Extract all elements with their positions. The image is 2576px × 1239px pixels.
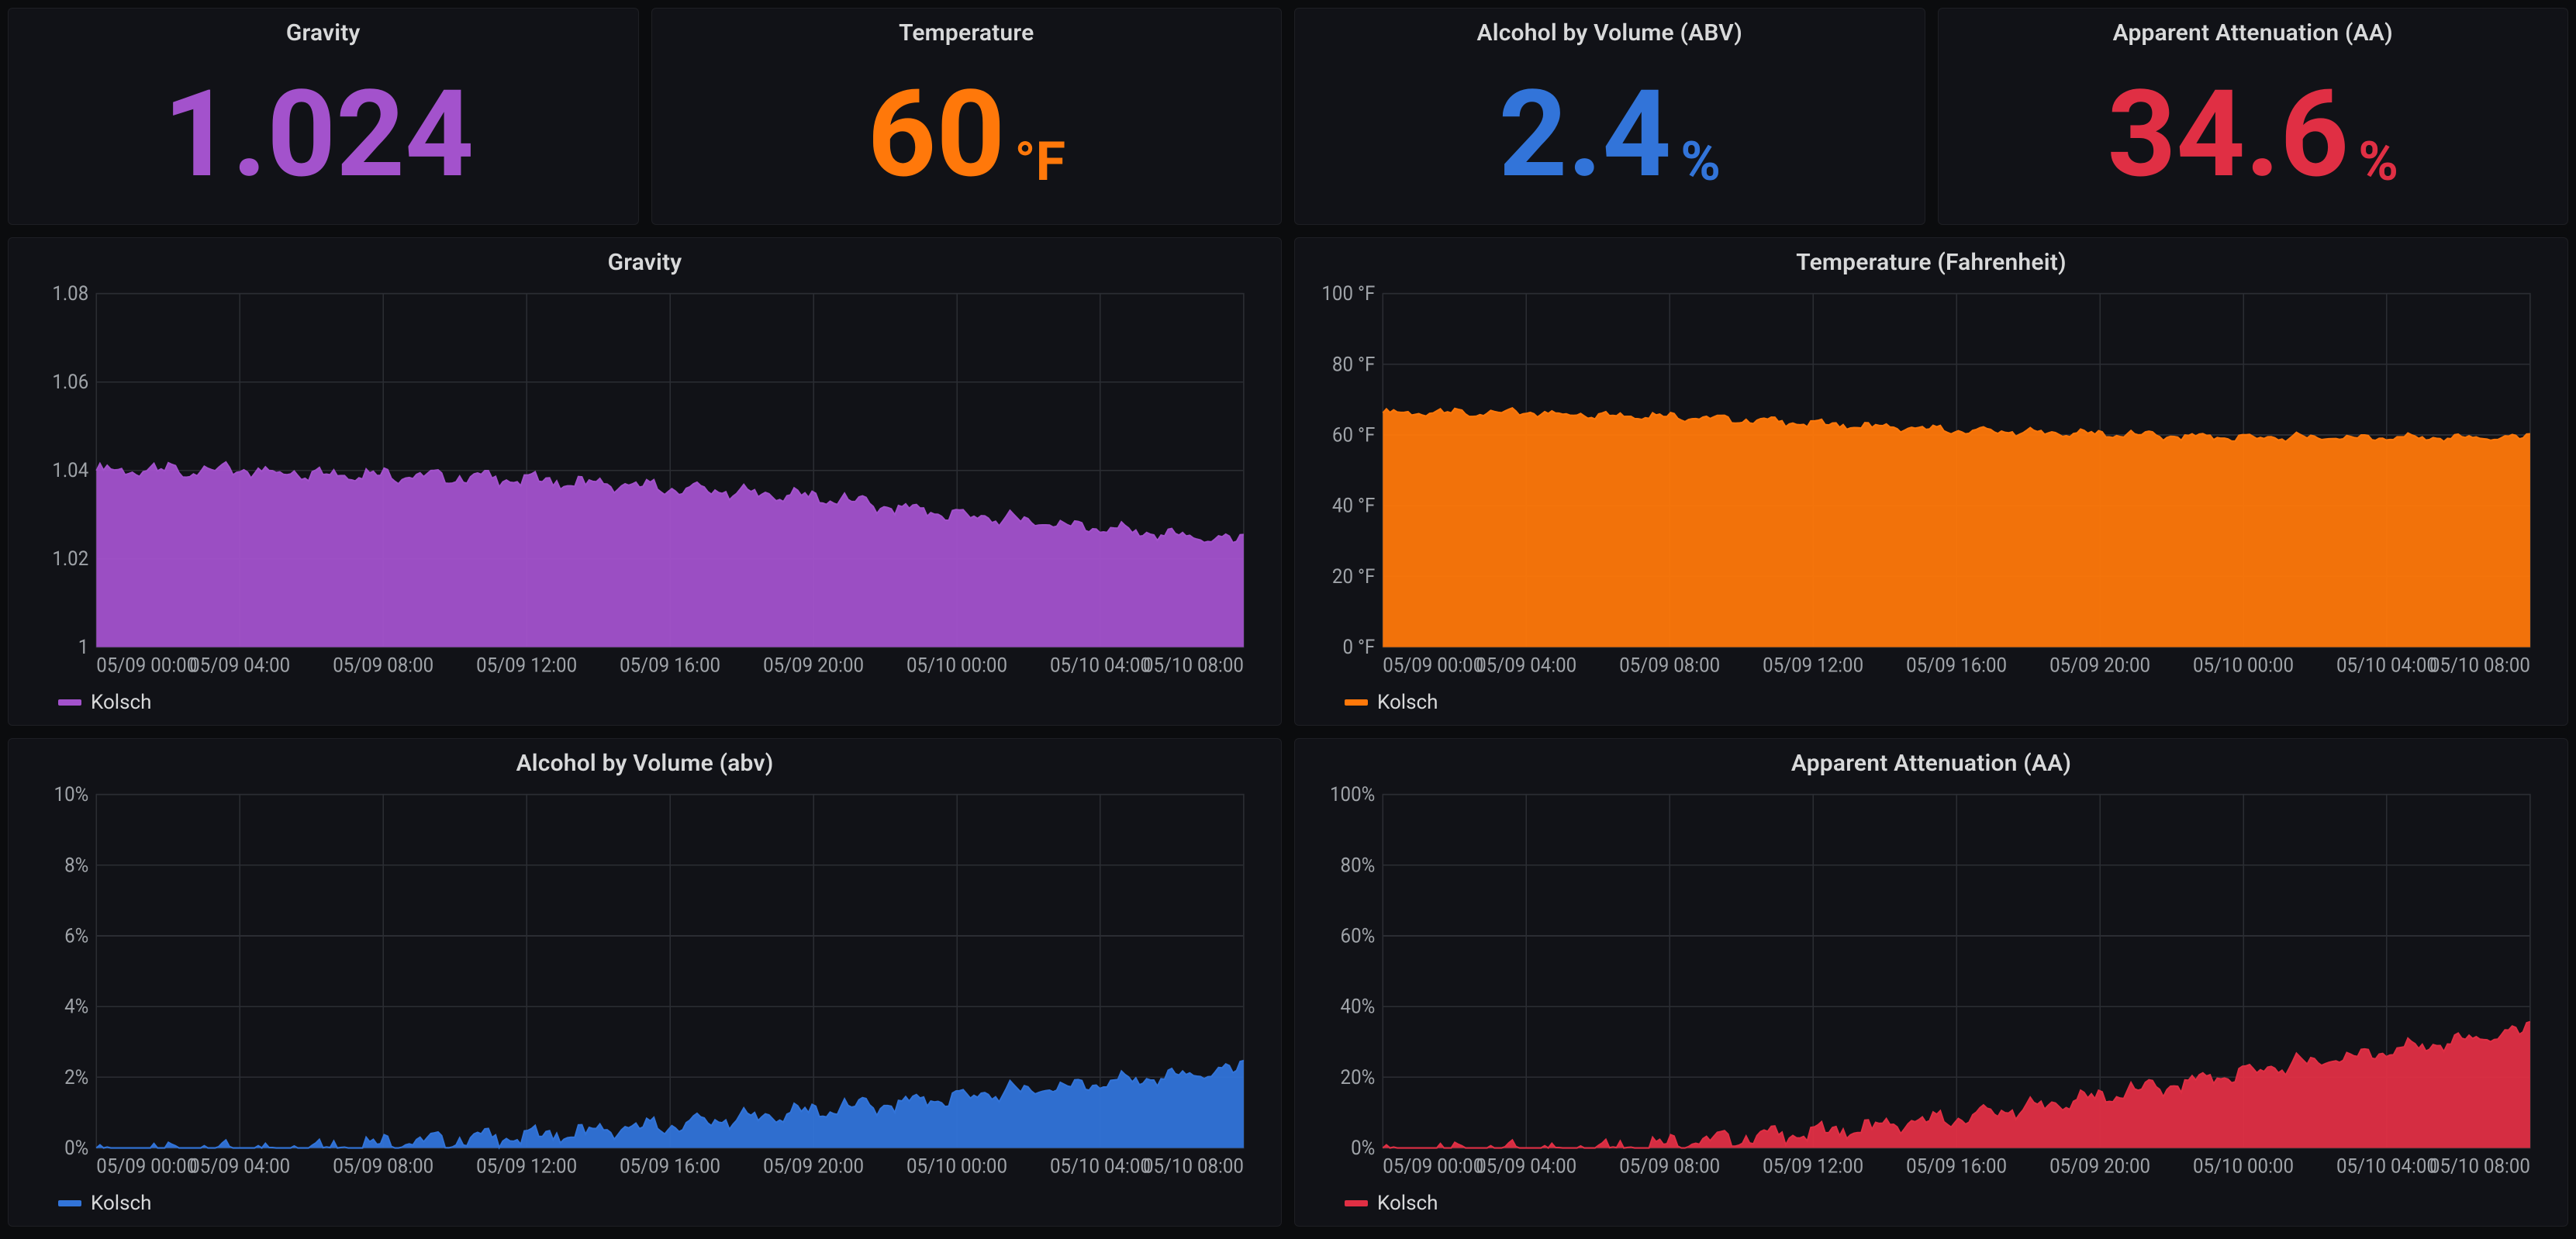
stat-row: Gravity 1.024 Temperature 60°F Alcohol b…: [8, 8, 2568, 225]
svg-text:05/09 08:00: 05/09 08:00: [1619, 1155, 1720, 1179]
svg-text:05/09 00:00: 05/09 00:00: [1383, 654, 1483, 678]
svg-text:2%: 2%: [64, 1066, 88, 1089]
svg-text:1.08: 1.08: [52, 285, 88, 305]
chart-panel-abv[interactable]: Alcohol by Volume (abv) 0% 2% 4% 6% 8% 10% 05/…: [8, 738, 1282, 1227]
panel-title: Alcohol by Volume (abv): [22, 750, 1267, 777]
panel-title: Temperature: [666, 19, 1268, 47]
panel-title: Gravity: [22, 19, 624, 47]
svg-text:05/09 12:00: 05/09 12:00: [1763, 654, 1863, 678]
svg-text:05/09 00:00: 05/09 00:00: [1383, 1155, 1483, 1179]
svg-text:05/10 00:00: 05/10 00:00: [906, 1155, 1007, 1179]
chart-row-1: Gravity 11.021.041.061.0805/09 00:0005/0…: [8, 237, 2568, 726]
svg-text:80%: 80%: [1341, 854, 1376, 878]
stat-value: 2.4%: [1498, 74, 1721, 195]
panel-title: Gravity: [22, 249, 1267, 276]
chart-panel-gravity[interactable]: Gravity 11.021.041.061.0805/09 00:0005/0…: [8, 237, 1282, 726]
svg-text:05/09 20:00: 05/09 20:00: [763, 1155, 864, 1179]
chart-legend[interactable]: Kolsch: [1309, 680, 2554, 717]
legend-label: Kolsch: [91, 691, 151, 714]
panel-title: Apparent Attenuation (AA): [1309, 750, 2554, 777]
svg-text:05/09 04:00: 05/09 04:00: [1476, 1155, 1576, 1179]
chart-row-2: Alcohol by Volume (abv) 0% 2% 4% 6% 8% 10% 05/…: [8, 738, 2568, 1227]
stat-value: 34.6%: [2108, 74, 2399, 195]
legend-swatch: [1345, 699, 1368, 706]
stat-panel-gravity[interactable]: Gravity 1.024: [8, 8, 639, 225]
chart-area[interactable]: 0% 20% 40% 60% 80% 100% 05/09 00:0005/09 04:00…: [1309, 783, 2554, 1181]
chart-panel-aa[interactable]: Apparent Attenuation (AA) 0% 20% 40% 60% 80%…: [1294, 738, 2568, 1227]
stat-panel-temperature[interactable]: Temperature 60°F: [651, 8, 1283, 225]
dashboard: Gravity 1.024 Temperature 60°F Alcohol b…: [0, 0, 2576, 1239]
svg-text:0%: 0%: [1351, 1137, 1375, 1160]
legend-swatch: [58, 1200, 81, 1206]
svg-text:05/09 08:00: 05/09 08:00: [333, 654, 433, 678]
svg-text:05/10 00:00: 05/10 00:00: [906, 654, 1007, 678]
svg-text:05/09 04:00: 05/09 04:00: [189, 1155, 290, 1179]
stat-panel-aa[interactable]: Apparent Attenuation (AA) 34.6%: [1938, 8, 2569, 225]
svg-text:05/10 04:00: 05/10 04:00: [1050, 1155, 1151, 1179]
svg-text:80 °F: 80 °F: [1332, 354, 1375, 377]
chart-area[interactable]: 0 °F 20 °F 40 °F 60 °F 80 °F 100 °F 05/09 00:0…: [1309, 282, 2554, 680]
svg-text:60%: 60%: [1341, 925, 1376, 948]
svg-text:1: 1: [78, 636, 89, 659]
svg-text:6%: 6%: [64, 925, 88, 948]
svg-text:05/09 08:00: 05/09 08:00: [1619, 654, 1720, 678]
svg-text:05/10 08:00: 05/10 08:00: [2429, 1155, 2530, 1179]
chart-panel-temperature[interactable]: Temperature (Fahrenheit) 0 °F 20 °F 40 °F 6…: [1294, 237, 2568, 726]
chart-area[interactable]: 0% 2% 4% 6% 8% 10% 05/09 00:0005/09 04:00 05/09…: [22, 783, 1267, 1181]
svg-text:05/09 16:00: 05/09 16:00: [620, 1155, 720, 1179]
svg-text:40 °F: 40 °F: [1332, 495, 1375, 518]
stat-value: 1.024: [163, 74, 483, 195]
svg-text:60 °F: 60 °F: [1332, 424, 1375, 447]
svg-text:05/09 00:00: 05/09 00:00: [96, 654, 197, 678]
svg-text:05/09 20:00: 05/09 20:00: [2049, 654, 2150, 678]
svg-text:05/10 08:00: 05/10 08:00: [2429, 654, 2530, 678]
panel-title: Alcohol by Volume (ABV): [1309, 19, 1911, 47]
stat-value: 60°F: [867, 74, 1065, 195]
svg-text:0%: 0%: [64, 1137, 88, 1160]
svg-text:1.02: 1.02: [52, 547, 88, 571]
svg-text:05/09 20:00: 05/09 20:00: [2049, 1155, 2150, 1179]
svg-text:05/09 00:00: 05/09 00:00: [96, 1155, 197, 1179]
svg-text:05/10 00:00: 05/10 00:00: [2193, 654, 2294, 678]
svg-text:05/09 16:00: 05/09 16:00: [1906, 1155, 2007, 1179]
legend-swatch: [58, 699, 81, 706]
chart-legend[interactable]: Kolsch: [22, 680, 1267, 717]
panel-title: Apparent Attenuation (AA): [1953, 19, 2554, 47]
svg-text:05/10 04:00: 05/10 04:00: [1050, 654, 1151, 678]
svg-text:100%: 100%: [1330, 786, 1375, 806]
svg-text:05/10 04:00: 05/10 04:00: [2336, 1155, 2437, 1179]
svg-text:8%: 8%: [64, 854, 88, 878]
legend-label: Kolsch: [1377, 1192, 1438, 1215]
svg-text:05/09 04:00: 05/09 04:00: [189, 654, 290, 678]
chart-legend[interactable]: Kolsch: [22, 1181, 1267, 1218]
svg-text:20%: 20%: [1341, 1066, 1376, 1089]
svg-text:05/10 04:00: 05/10 04:00: [2336, 654, 2437, 678]
svg-text:05/09 08:00: 05/09 08:00: [333, 1155, 433, 1179]
svg-text:05/09 04:00: 05/09 04:00: [1476, 654, 1576, 678]
svg-text:10%: 10%: [54, 786, 89, 806]
svg-text:05/09 12:00: 05/09 12:00: [1763, 1155, 1863, 1179]
svg-text:05/09 16:00: 05/09 16:00: [620, 654, 720, 678]
svg-text:05/10 08:00: 05/10 08:00: [1143, 654, 1244, 678]
svg-text:05/09 12:00: 05/09 12:00: [476, 654, 577, 678]
svg-text:1.04: 1.04: [52, 459, 88, 482]
svg-text:40%: 40%: [1341, 996, 1376, 1019]
svg-text:4%: 4%: [64, 996, 88, 1019]
legend-swatch: [1345, 1200, 1368, 1206]
legend-label: Kolsch: [91, 1192, 151, 1215]
legend-label: Kolsch: [1377, 691, 1438, 714]
svg-text:05/09 16:00: 05/09 16:00: [1906, 654, 2007, 678]
svg-text:05/09 20:00: 05/09 20:00: [763, 654, 864, 678]
chart-legend[interactable]: Kolsch: [1309, 1181, 2554, 1218]
svg-text:05/09 12:00: 05/09 12:00: [476, 1155, 577, 1179]
panel-title: Temperature (Fahrenheit): [1309, 249, 2554, 276]
svg-text:0 °F: 0 °F: [1342, 636, 1375, 659]
svg-text:100 °F: 100 °F: [1321, 285, 1375, 305]
svg-text:20 °F: 20 °F: [1332, 565, 1375, 588]
svg-text:05/10 08:00: 05/10 08:00: [1143, 1155, 1244, 1179]
chart-area[interactable]: 1 1.02 1.04 1.06 1.08 05/09 00:0005/09 04:00 0…: [22, 282, 1267, 680]
stat-panel-abv[interactable]: Alcohol by Volume (ABV) 2.4%: [1294, 8, 1925, 225]
svg-text:1.06: 1.06: [52, 371, 88, 394]
svg-text:05/10 00:00: 05/10 00:00: [2193, 1155, 2294, 1179]
